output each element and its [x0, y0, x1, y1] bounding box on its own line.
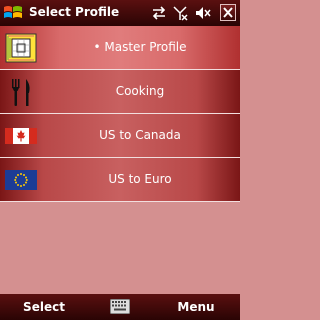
start-menu-icon[interactable]	[3, 4, 23, 22]
profile-item-us-to-euro[interactable]: US to Euro	[0, 158, 240, 202]
app-title: Select Profile	[29, 5, 120, 19]
eu-flag-icon	[5, 165, 37, 195]
title-bar: Select Profile	[0, 0, 240, 26]
sync-icon[interactable]	[151, 5, 167, 21]
menu-softkey[interactable]: Menu	[152, 294, 240, 320]
fork-knife-icon	[5, 77, 37, 107]
profile-item-cooking[interactable]: Cooking	[0, 70, 240, 114]
profile-label: US to Euro	[108, 172, 172, 186]
ruler-grid-icon	[5, 33, 37, 63]
profile-item-master[interactable]: • Master Profile	[0, 26, 240, 70]
select-softkey[interactable]: Select	[0, 294, 88, 320]
profile-label: Cooking	[115, 84, 165, 98]
canada-flag-icon	[5, 121, 37, 151]
close-icon[interactable]	[220, 4, 236, 21]
keyboard-icon[interactable]	[110, 299, 130, 314]
profile-label: • Master Profile	[93, 40, 187, 54]
profile-label: US to Canada	[99, 128, 181, 142]
soft-key-bar: Select Menu	[0, 294, 240, 320]
profile-item-us-to-canada[interactable]: US to Canada	[0, 114, 240, 158]
volume-icon[interactable]	[195, 5, 211, 21]
no-signal-icon[interactable]	[173, 5, 189, 21]
